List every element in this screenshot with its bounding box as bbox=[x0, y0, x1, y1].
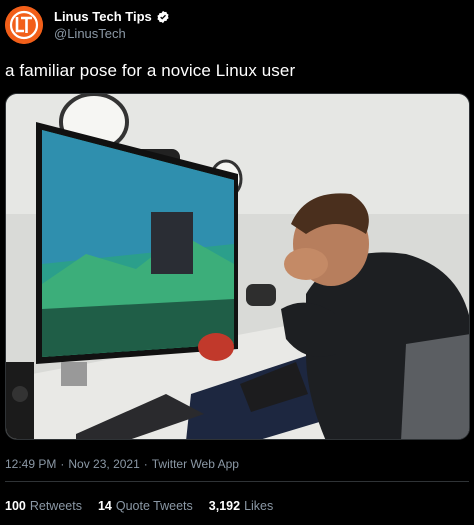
verified-badge-icon bbox=[156, 10, 170, 24]
photo-icon bbox=[6, 94, 469, 439]
tweet-time[interactable]: 12:49 PM bbox=[5, 457, 56, 471]
likes-label: Likes bbox=[244, 499, 274, 513]
likes-count: 3,192 bbox=[208, 499, 241, 513]
retweets-label: Retweets bbox=[29, 499, 82, 513]
likes-stat[interactable]: 3,192 Likes bbox=[209, 499, 273, 513]
avatar[interactable] bbox=[5, 6, 43, 44]
author-handle[interactable]: @LinusTech bbox=[54, 26, 126, 41]
tweet-stats: 100 Retweets 14 Quote Tweets 3,192 Likes bbox=[5, 499, 273, 513]
tweet-card: Linus Tech Tips @LinusTech a familiar po… bbox=[0, 0, 474, 525]
tweet-text: a familiar pose for a novice Linux user bbox=[5, 61, 296, 80]
tweet-photo[interactable] bbox=[5, 93, 470, 440]
tweet-date[interactable]: Nov 23, 2021 bbox=[68, 457, 139, 471]
meta-separator: · bbox=[60, 457, 65, 471]
tweet-source[interactable]: Twitter Web App bbox=[152, 457, 239, 471]
divider bbox=[5, 481, 469, 482]
quote-tweets-count: 14 bbox=[97, 499, 112, 513]
retweets-count: 100 bbox=[5, 499, 26, 513]
author-display-name[interactable]: Linus Tech Tips bbox=[54, 9, 152, 24]
quote-tweets-label: Quote Tweets bbox=[115, 499, 193, 513]
quote-tweets-stat[interactable]: 14 Quote Tweets bbox=[98, 499, 193, 513]
tweet-meta: 12:49 PM · Nov 23, 2021 · Twitter Web Ap… bbox=[5, 457, 239, 471]
ltt-logo-icon bbox=[5, 6, 43, 44]
meta-separator: · bbox=[143, 457, 148, 471]
author-name-row[interactable]: Linus Tech Tips bbox=[54, 9, 170, 24]
retweets-stat[interactable]: 100 Retweets bbox=[5, 499, 82, 513]
